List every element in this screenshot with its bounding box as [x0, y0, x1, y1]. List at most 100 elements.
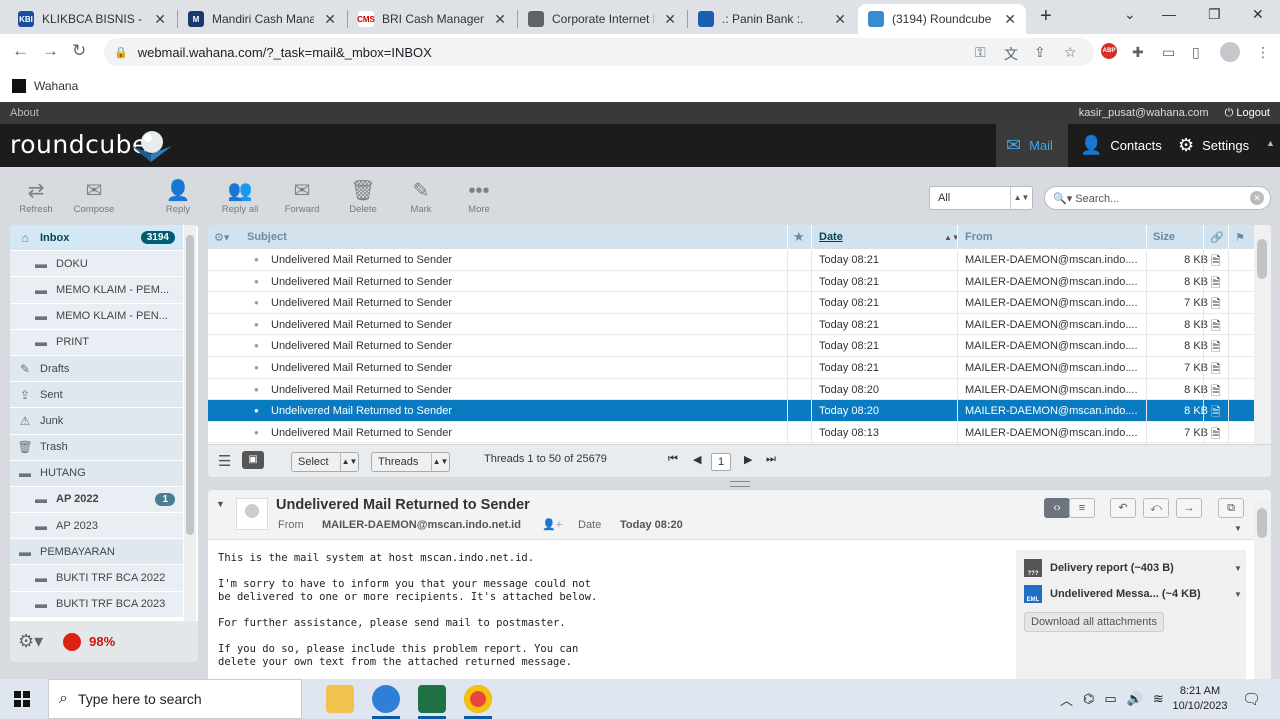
nav-settings[interactable]: ⚙ Settings	[1168, 124, 1268, 167]
forward-button[interactable]: →	[42, 41, 59, 61]
new-tab-button[interactable]: +	[1040, 5, 1052, 28]
taskbar-clock[interactable]: 8:21 AM 10/10/2023	[1170, 684, 1230, 714]
network-icon[interactable]: ⌬	[1083, 691, 1094, 707]
file-explorer-icon[interactable]	[326, 685, 354, 713]
search-icon[interactable]: 🔍▾	[1053, 193, 1075, 205]
logout-button[interactable]: ⏻ Logout	[1225, 107, 1270, 120]
wahana-bookmark-icon[interactable]	[12, 79, 26, 93]
close-tab-icon[interactable]: ✕	[834, 11, 846, 28]
delete-button[interactable]: 🗑 Delete	[333, 179, 393, 215]
attachment-column-icon[interactable]: 🔗	[1210, 231, 1224, 244]
more-button[interactable]: ••• More	[449, 179, 509, 215]
last-page-button[interactable]: ⏭	[766, 453, 776, 466]
bookmark-star-icon[interactable]: ☆	[1064, 44, 1077, 61]
browser-tab[interactable]: CMS BRI Cash Managemen ✕	[348, 4, 516, 34]
folder-scrollbar[interactable]	[184, 225, 196, 621]
refresh-button[interactable]: ⇄ Refresh	[6, 179, 66, 215]
search-box[interactable]: 🔍▾ Search... ✕	[1044, 186, 1271, 210]
page-number-input[interactable]: 1	[711, 453, 731, 471]
folder-item[interactable]: ▬ MEMO KLAIM - PEN...	[10, 303, 183, 330]
translate-icon[interactable]: 文	[1004, 44, 1018, 64]
message-list-scrollbar[interactable]	[1254, 225, 1271, 444]
message-row[interactable]: ● Undelivered Mail Returned to Sender Toda…	[208, 422, 1254, 444]
close-tab-icon[interactable]: ✕	[324, 11, 336, 28]
nav-mail[interactable]: ✉ Mail	[996, 124, 1068, 167]
message-row[interactable]: ● Undelivered Mail Returned to Sender Toda…	[208, 400, 1254, 422]
forward-button-small[interactable]: →	[1176, 498, 1202, 518]
message-filter-select[interactable]: All ▲▼	[929, 186, 1033, 210]
message-row[interactable]: ● Undelivered Mail Returned to Sender Toda…	[208, 335, 1254, 357]
column-from[interactable]: From	[965, 231, 993, 243]
message-row[interactable]: ● Undelivered Mail Returned to Sender Toda…	[208, 357, 1254, 379]
preview-scrollbar[interactable]	[1254, 500, 1271, 679]
column-date[interactable]: Date	[819, 231, 843, 243]
lock-icon[interactable]: 🔒	[114, 46, 128, 59]
browser-tab[interactable]: .: Panin Bank :. ✕	[688, 4, 856, 34]
folder-item[interactable]: ⚠ Junk	[10, 408, 183, 435]
battery-icon[interactable]: ▭	[1104, 691, 1116, 707]
attachment-item[interactable]: ??? Delivery report (~403 B) ▼	[1024, 558, 1244, 578]
folder-item[interactable]: ▬ AP 2023	[10, 513, 183, 540]
header-toggle-icon[interactable]: ▼	[216, 499, 225, 509]
close-tab-icon[interactable]: ✕	[1004, 11, 1016, 28]
message-row[interactable]: ● Undelivered Mail Returned to Sender Toda…	[208, 249, 1254, 271]
reply-button[interactable]: 👤 Reply	[148, 179, 208, 215]
extensions-puzzle-icon[interactable]: ✚	[1132, 44, 1144, 61]
attachment-item[interactable]: EML Undelivered Messa... (~4 KB) ▼	[1024, 584, 1244, 604]
message-row[interactable]: ● Undelivered Mail Returned to Sender Toda…	[208, 379, 1254, 401]
flag-column-icon[interactable]: ⚑	[1235, 231, 1245, 244]
browser-tab[interactable]: M Mandiri Cash Manage ✕	[178, 4, 346, 34]
folder-item[interactable]: ▬ BUKTI TRF BCA 2022	[10, 565, 183, 592]
cast-icon[interactable]: ▭	[1162, 44, 1175, 61]
attachment-menu-icon[interactable]: ▼	[1234, 590, 1242, 599]
share-icon[interactable]: ⇪	[1034, 44, 1046, 61]
close-tab-icon[interactable]: ✕	[494, 11, 506, 28]
compose-button[interactable]: ✉ Compose	[64, 179, 124, 215]
tray-chevron-icon[interactable]: ︿	[1060, 690, 1073, 709]
volume-icon[interactable]: 🔊	[1127, 691, 1143, 707]
sender-address[interactable]: MAILER-DAEMON@mscan.indo.net.id	[322, 519, 521, 531]
taskbar-search[interactable]: ⌕ Type here to search	[48, 679, 302, 719]
html-view-button[interactable]: ‹›	[1044, 498, 1070, 518]
address-bar[interactable]: 🔒 webmail.wahana.com/?_task=mail&_mbox=I…	[104, 38, 1094, 66]
download-all-button[interactable]: Download all attachments	[1024, 612, 1164, 632]
wifi-icon[interactable]: ≋	[1153, 691, 1164, 707]
forward-button[interactable]: ✉ Forward	[272, 179, 332, 215]
pane-splitter[interactable]	[730, 481, 750, 487]
folder-item[interactable]: ▬ PEMBAYARAN	[10, 539, 183, 566]
folder-item[interactable]: ▬ PRINT	[10, 329, 183, 356]
about-link[interactable]: About	[10, 107, 39, 119]
folder-actions-gear-icon[interactable]: ⚙▾	[18, 631, 43, 652]
reply-button-small[interactable]: ↶	[1110, 498, 1136, 518]
clear-search-icon[interactable]: ✕	[1250, 191, 1264, 205]
thunderbird-icon[interactable]	[372, 685, 400, 713]
maximize-button[interactable]: ❐	[1208, 6, 1221, 23]
bookmark-wahana[interactable]: Wahana	[34, 79, 78, 93]
close-window-button[interactable]: ✕	[1252, 6, 1264, 23]
list-menu-icon[interactable]: ☰	[218, 452, 231, 470]
minimize-button[interactable]: —	[1162, 6, 1176, 22]
back-button[interactable]: ←	[12, 41, 29, 61]
plain-view-button[interactable]: ≡	[1069, 498, 1095, 518]
list-options-gear-icon[interactable]: ⚙▾	[214, 231, 229, 244]
message-row[interactable]: ● Undelivered Mail Returned to Sender Toda…	[208, 292, 1254, 314]
folder-item[interactable]: ▬ DOKU	[10, 251, 183, 278]
adblock-icon[interactable]: ABP	[1101, 43, 1117, 59]
add-contact-icon[interactable]: 👤+	[542, 518, 562, 531]
notifications-icon[interactable]: 🗨	[1242, 690, 1261, 708]
folder-item[interactable]: ▬ AP 2022 1	[10, 486, 183, 514]
flag-column-star-icon[interactable]: ★	[793, 229, 805, 245]
excel-icon[interactable]	[418, 685, 446, 713]
close-tab-icon[interactable]: ✕	[154, 11, 166, 28]
folder-item[interactable]: ⇪ Sent	[10, 382, 183, 409]
preview-toggle-icon[interactable]: ▣	[242, 451, 264, 469]
column-subject[interactable]: Subject	[247, 231, 287, 243]
mark-button[interactable]: ✎ Mark	[391, 179, 451, 215]
tab-search-chevron-icon[interactable]: ⌄	[1124, 6, 1136, 23]
first-page-button[interactable]: ⏮	[668, 453, 678, 466]
windows-start-button[interactable]	[14, 691, 30, 707]
profile-avatar[interactable]	[1220, 42, 1240, 62]
message-row[interactable]: ● Undelivered Mail Returned to Sender Toda…	[208, 271, 1254, 293]
column-size[interactable]: Size	[1153, 231, 1175, 243]
message-row[interactable]: ● Undelivered Mail Returned to Sender Toda…	[208, 314, 1254, 336]
